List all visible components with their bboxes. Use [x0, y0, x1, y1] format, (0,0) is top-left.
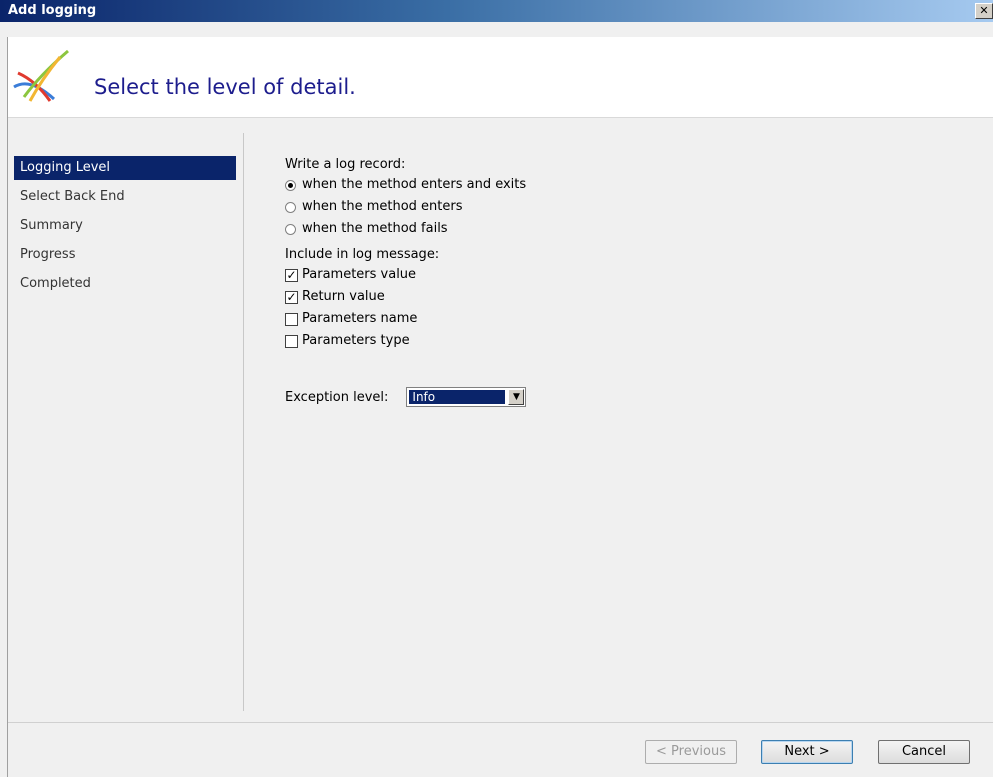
checkbox-label: Return value	[302, 289, 385, 304]
step-logging-level[interactable]: Logging Level	[14, 156, 236, 180]
checkbox-checked[interactable]: ✓	[285, 290, 298, 304]
radio-label: when the method enters and exits	[302, 177, 527, 192]
window-title: Add logging	[8, 3, 97, 18]
checkbox-label: Parameters type	[302, 333, 410, 348]
exception-level-row: Exception level: Info ▼	[285, 386, 527, 408]
checkbox-label: Parameters name	[302, 311, 418, 326]
footer-divider	[8, 722, 993, 723]
checkbox-parameters-name[interactable]: Parameters name	[285, 308, 526, 330]
radio-fails[interactable]: when the method fails	[285, 218, 526, 240]
wizard-steps-nav: Logging Level Select Back End Summary Pr…	[14, 156, 236, 301]
checkbox-label: Parameters value	[302, 267, 417, 282]
exception-level-value[interactable]: Info	[409, 390, 506, 404]
window-border	[7, 37, 8, 777]
checkbox-return-value[interactable]: ✓ Return value	[285, 286, 526, 308]
radio-button[interactable]	[285, 223, 296, 235]
step-completed[interactable]: Completed	[14, 272, 236, 296]
checkbox-unchecked[interactable]	[285, 312, 298, 326]
page-title: Select the level of detail.	[94, 75, 356, 99]
checkbox-parameters-value[interactable]: ✓ Parameters value	[285, 264, 526, 286]
title-bar[interactable]: Add logging ✕	[0, 0, 993, 22]
checkbox-parameters-type[interactable]: Parameters type	[285, 330, 526, 352]
add-logging-dialog: Add logging ✕ Select the level of detail…	[0, 0, 993, 777]
radio-label: when the method enters	[302, 199, 463, 214]
checkbox-unchecked[interactable]	[285, 334, 298, 348]
panel-divider	[243, 133, 244, 711]
radio-button-selected[interactable]	[285, 179, 296, 191]
exception-level-label: Exception level:	[285, 389, 389, 405]
radio-label: when the method fails	[302, 221, 448, 236]
include-label: Include in log message:	[285, 247, 440, 262]
step-summary[interactable]: Summary	[14, 214, 236, 238]
logging-level-panel: Write a log record: when the method ente…	[285, 156, 526, 352]
step-select-back-end[interactable]: Select Back End	[14, 185, 236, 209]
log-record-label: Write a log record:	[285, 157, 406, 172]
previous-button[interactable]: < Previous	[645, 740, 737, 764]
wizard-logo-icon	[13, 49, 69, 102]
chevron-down-icon[interactable]: ▼	[508, 389, 525, 405]
cancel-button[interactable]: Cancel	[878, 740, 970, 764]
exception-level-select[interactable]: Info ▼	[406, 387, 527, 407]
radio-button[interactable]	[285, 201, 296, 213]
wizard-header: Select the level of detail.	[8, 37, 993, 118]
checkbox-checked[interactable]: ✓	[285, 268, 298, 282]
radio-enters[interactable]: when the method enters	[285, 196, 526, 218]
radio-enters-exits[interactable]: when the method enters and exits	[285, 174, 526, 196]
step-progress[interactable]: Progress	[14, 243, 236, 267]
close-icon[interactable]: ✕	[975, 3, 993, 19]
next-button[interactable]: Next >	[761, 740, 853, 764]
